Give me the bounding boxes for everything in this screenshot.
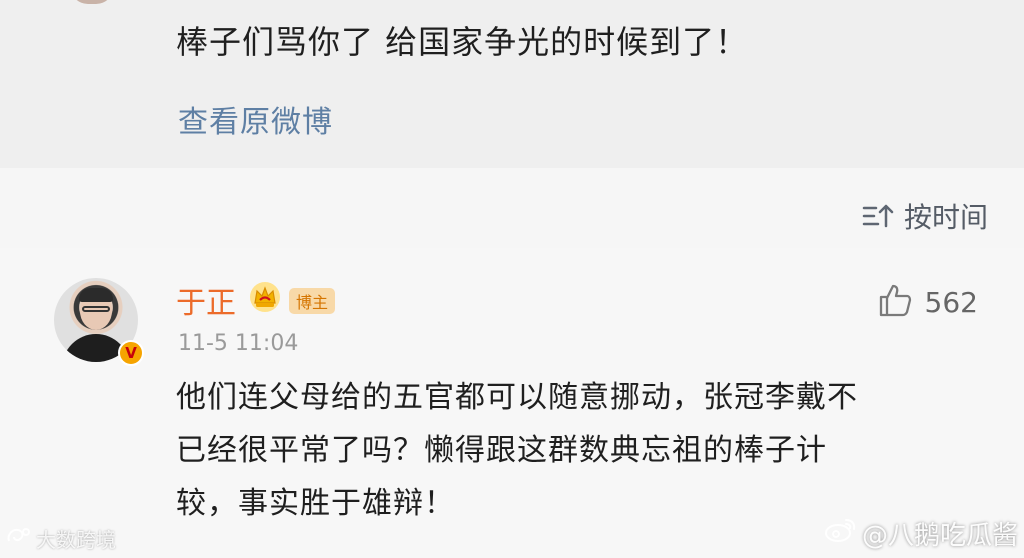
sort-bar: 按时间 [0, 168, 1024, 248]
watermark-left: 大数跨境 [6, 524, 116, 553]
verified-badge-icon: V [118, 340, 144, 366]
avatar-hair [79, 288, 113, 302]
weibo-comment-screen: 棒子们骂你了 给国家争光的时候到了！ 查看原微博 按时间 V 于正 博主 11-… [0, 0, 1024, 558]
weibo-logo-icon [824, 516, 858, 551]
like-count: 562 [924, 285, 978, 319]
comment-line-1: 他们连父母给的五官都可以随意挪动，张冠李戴不 [176, 380, 858, 415]
avatar-glasses [82, 306, 110, 312]
like-button[interactable]: 562 [877, 282, 978, 322]
repost-card: 棒子们骂你了 给国家争光的时候到了！ 查看原微博 [0, 0, 1024, 168]
watermark-right-text: @八鹅吃瓜酱 [861, 521, 1018, 551]
watermark-logo-icon [6, 526, 32, 551]
avatar-container[interactable]: V [54, 278, 144, 366]
top-avatar-fragment [70, 0, 114, 4]
watermark-left-text: 大数跨境 [36, 528, 116, 552]
crown-icon [248, 280, 282, 318]
comment-line-2: 已经很平常了吗？懒得跟这群数典忘祖的棒子计 [176, 433, 827, 468]
sort-by-time-button[interactable]: 按时间 [862, 196, 988, 236]
host-badge: 博主 [289, 288, 335, 314]
comment-timestamp: 11-5 11:04 [178, 331, 299, 356]
sort-icon [862, 202, 894, 230]
watermark-right: @八鹅吃瓜酱 [824, 515, 1018, 552]
comment-text: 他们连父母给的五官都可以随意挪动，张冠李戴不 已经很平常了吗？懒得跟这群数典忘祖… [176, 371, 956, 530]
sort-label: 按时间 [903, 201, 988, 234]
thumbs-up-icon [877, 282, 913, 322]
view-original-link[interactable]: 查看原微博 [178, 97, 333, 141]
comment-item: V 于正 博主 11-5 11:04 562 他们连父母给的五官都可以随意挪动，… [0, 248, 1024, 558]
comment-username[interactable]: 于正 [176, 278, 236, 322]
repost-text: 棒子们骂你了 给国家争光的时候到了！ [176, 23, 749, 61]
